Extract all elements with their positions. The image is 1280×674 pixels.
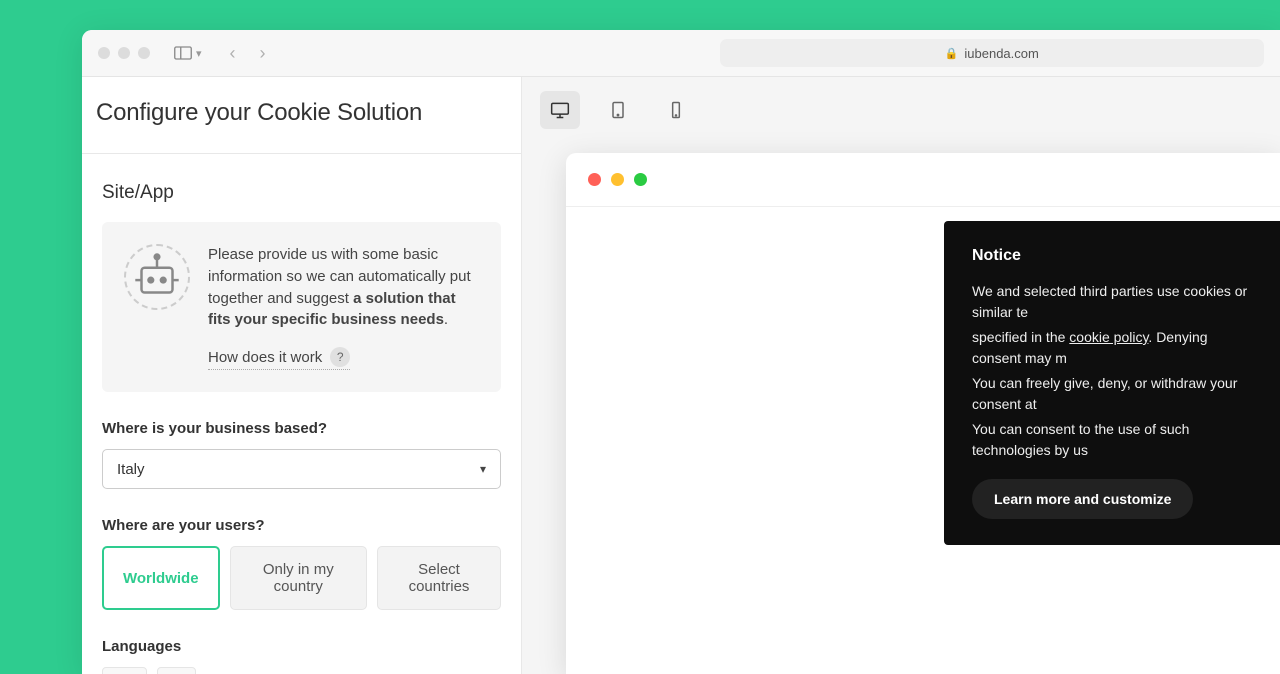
browser-window: ▾ ‹ › 🔒 iubenda.com Configure your Cooki… (82, 30, 1280, 674)
config-panel: Configure your Cookie Solution Site/App (82, 77, 522, 674)
languages-label: Languages (102, 638, 501, 655)
lock-icon: 🔒 (945, 47, 959, 60)
close-window-dot[interactable] (98, 47, 110, 59)
option-select-countries[interactable]: Select countries (377, 546, 501, 610)
url-bar[interactable]: 🔒 iubenda.com (720, 39, 1264, 67)
chevron-down-icon: ▾ (480, 462, 486, 476)
minimize-window-dot[interactable] (118, 47, 130, 59)
business-value: Italy (117, 461, 145, 478)
preview-close-dot (588, 173, 601, 186)
banner-line1b: specified in the cookie policy. Denying … (972, 327, 1252, 369)
help-icon: ? (330, 347, 350, 367)
how-it-works-link[interactable]: How does it work ? (208, 347, 350, 370)
preview-titlebar (566, 153, 1280, 207)
business-label: Where is your business based? (102, 420, 501, 437)
option-worldwide[interactable]: Worldwide (102, 546, 220, 610)
info-card: Please provide us with some basic inform… (102, 222, 501, 392)
preview-window: Notice We and selected third parties use… (566, 153, 1280, 674)
preview-max-dot (634, 173, 647, 186)
device-mobile-tab[interactable] (656, 91, 696, 129)
users-location-field: Where are your users? Worldwide Only in … (102, 517, 501, 610)
languages-field: Languages EN IT (102, 638, 501, 674)
preview-stage: Notice We and selected third parties use… (522, 143, 1280, 674)
back-button[interactable]: ‹ (226, 39, 240, 68)
business-location-field: Where is your business based? Italy ▾ (102, 420, 501, 489)
banner-actions: Learn more and customize (972, 479, 1252, 519)
banner-line3: You can consent to the use of such techn… (972, 419, 1252, 461)
banner-line1: We and selected third parties use cookie… (972, 281, 1252, 323)
device-desktop-tab[interactable] (540, 91, 580, 129)
sidebar-toggle-icon[interactable]: ▾ (170, 42, 206, 64)
config-header: Configure your Cookie Solution (82, 77, 521, 154)
option-my-country[interactable]: Only in my country (230, 546, 367, 610)
lang-it[interactable]: IT (157, 667, 195, 674)
nav-arrows: ‹ › (226, 39, 270, 68)
lang-en[interactable]: EN (102, 667, 147, 674)
preview-panel: Notice We and selected third parties use… (522, 77, 1280, 674)
browser-toolbar: ▾ ‹ › 🔒 iubenda.com (82, 30, 1280, 77)
info-text: Please provide us with some basic inform… (208, 244, 479, 331)
learn-more-button[interactable]: Learn more and customize (972, 479, 1193, 519)
device-tabs (522, 77, 1280, 143)
cookie-policy-link[interactable]: cookie policy (1069, 329, 1148, 345)
maximize-window-dot[interactable] (138, 47, 150, 59)
traffic-lights (98, 47, 150, 59)
config-content: Site/App (82, 154, 521, 674)
page-title: Configure your Cookie Solution (96, 99, 503, 127)
users-options: Worldwide Only in my country Select coun… (102, 546, 501, 610)
section-label: Site/App (102, 182, 501, 204)
url-text: iubenda.com (964, 46, 1038, 61)
app-body: Configure your Cookie Solution Site/App (82, 77, 1280, 674)
business-select[interactable]: Italy ▾ (102, 449, 501, 489)
banner-line2: You can freely give, deny, or withdraw y… (972, 373, 1252, 415)
users-label: Where are your users? (102, 517, 501, 534)
language-chips: EN IT (102, 667, 501, 674)
preview-min-dot (611, 173, 624, 186)
cookie-banner: Notice We and selected third parties use… (944, 221, 1280, 545)
forward-button[interactable]: › (256, 39, 270, 68)
banner-title: Notice (972, 247, 1252, 265)
device-tablet-tab[interactable] (598, 91, 638, 129)
robot-icon (124, 244, 190, 310)
